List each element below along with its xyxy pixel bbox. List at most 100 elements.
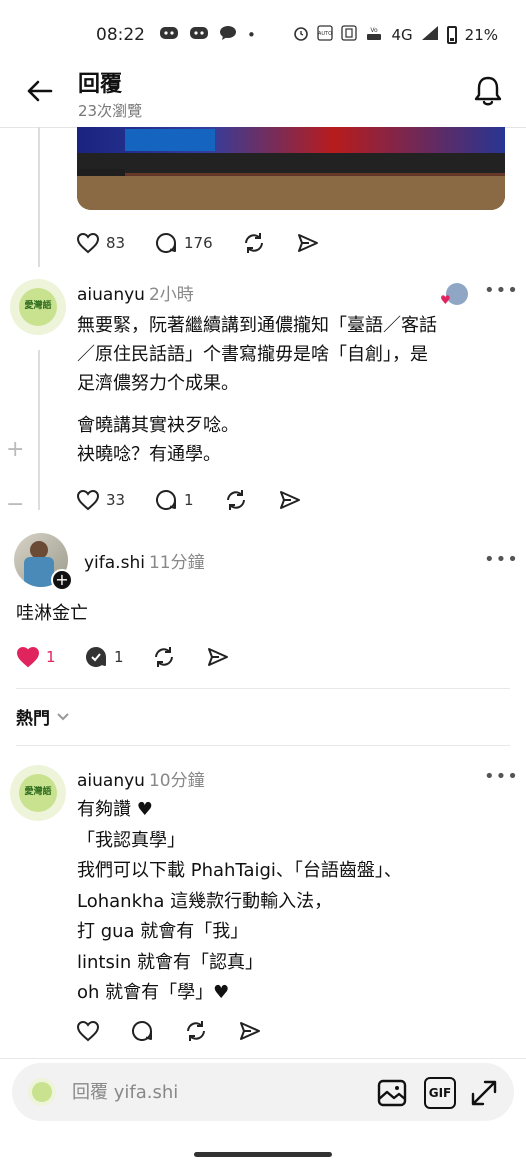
- send-icon: [208, 648, 228, 666]
- comment-icon: [156, 490, 176, 511]
- post-body: 無要緊，阮著繼續講到通儂攏知「臺語／客話 ／原住民話語」个書寫攏毋是啥「自創」，…: [77, 315, 437, 465]
- alarm-icon: [293, 25, 309, 45]
- post-time: 10分鐘: [148, 771, 205, 791]
- view-count: 23次瀏覽: [78, 102, 143, 120]
- repost-button[interactable]: [242, 231, 266, 255]
- more-options-icon[interactable]: •••: [484, 766, 519, 787]
- post-image[interactable]: [77, 127, 505, 210]
- sort-dropdown[interactable]: 熱門: [16, 704, 70, 729]
- reply-2-actions: 1 1: [16, 645, 506, 671]
- avatar[interactable]: 愛灣語: [10, 279, 66, 335]
- discord-icon: [189, 26, 209, 44]
- collapse-icon[interactable]: −: [6, 494, 24, 516]
- share-button[interactable]: [206, 645, 230, 669]
- heart-icon: [76, 232, 100, 254]
- svg-text:AUTO: AUTO: [318, 31, 332, 37]
- app-header: 回覆 23次瀏覽: [0, 62, 526, 126]
- top-post-actions: 83 176: [76, 231, 506, 257]
- avatar-logo: 愛灣語: [19, 774, 57, 812]
- send-icon: [280, 491, 300, 509]
- sort-label: 熱門: [16, 709, 50, 729]
- comment-check-icon: [86, 647, 106, 668]
- my-avatar: [28, 1078, 56, 1106]
- page-title: 回覆: [78, 72, 123, 97]
- comment-button[interactable]: [130, 1019, 154, 1043]
- comment-count: 176: [184, 234, 213, 252]
- comment-count: 1: [184, 491, 194, 509]
- send-icon: [240, 1022, 260, 1040]
- username[interactable]: aiuanyu 2小時: [77, 280, 194, 305]
- share-button[interactable]: [238, 1019, 262, 1043]
- divider: [16, 688, 510, 689]
- comment-icon: [156, 233, 176, 254]
- heart-filled-icon: [16, 646, 40, 668]
- divider: [16, 745, 510, 746]
- divider: [0, 1058, 526, 1059]
- like-button[interactable]: 83: [76, 231, 125, 255]
- repost-icon: [227, 490, 245, 510]
- discord-icon: [159, 26, 179, 44]
- share-button[interactable]: [296, 231, 320, 255]
- repost-icon: [187, 1021, 205, 1041]
- comment-count: 1: [114, 648, 124, 666]
- post-body: 有夠讚 ♥ 「我認真學」 我們可以下載 PhahTaigi、「台語齒盤」、 Lo…: [77, 799, 402, 1003]
- like-button[interactable]: 33: [76, 488, 125, 512]
- chat-icon: [219, 25, 237, 45]
- image-icon[interactable]: [376, 1077, 408, 1109]
- comment-button[interactable]: 176: [154, 231, 213, 255]
- home-indicator: [194, 1152, 332, 1157]
- signal-icon: [421, 25, 439, 45]
- avatar-logo: 愛灣語: [19, 288, 57, 326]
- thread-connector: [38, 350, 40, 510]
- share-button[interactable]: [278, 488, 302, 512]
- reply-3-actions: [76, 1019, 506, 1045]
- dot-icon: •: [247, 26, 256, 44]
- reply-composer: GIF: [12, 1063, 514, 1121]
- username[interactable]: yifa.shi 11分鐘: [84, 548, 205, 573]
- thread-connector: [38, 127, 40, 267]
- comment-button[interactable]: 1: [154, 488, 194, 512]
- heart-icon: [76, 1020, 100, 1042]
- username[interactable]: aiuanyu 10分鐘: [77, 766, 205, 791]
- send-icon: [298, 234, 318, 252]
- repost-icon: [245, 233, 263, 253]
- post-time: 2小時: [148, 285, 194, 305]
- more-options-icon[interactable]: •••: [484, 280, 519, 301]
- arrow-left-icon[interactable]: [24, 76, 54, 106]
- volte-icon: Vo: [365, 25, 383, 45]
- like-count: 83: [106, 234, 126, 252]
- reply-1-actions: 33 1: [76, 488, 506, 514]
- svg-text:Vo: Vo: [371, 27, 379, 34]
- avatar[interactable]: 愛灣語: [10, 765, 66, 821]
- expand-icon[interactable]: +: [6, 439, 24, 461]
- like-button[interactable]: 1: [16, 645, 56, 669]
- status-time: 08:22: [96, 25, 145, 45]
- like-count: 1: [46, 648, 56, 666]
- follow-plus-icon[interactable]: +: [51, 569, 73, 591]
- expand-icon[interactable]: [468, 1077, 500, 1109]
- chevron-down-icon: [57, 712, 69, 720]
- bell-icon[interactable]: [472, 74, 504, 108]
- repost-button[interactable]: [152, 645, 176, 669]
- status-bar: 08:22 • AUTO Vo 4G 21%: [0, 0, 526, 70]
- post-time: 11分鐘: [148, 553, 205, 573]
- like-button[interactable]: [76, 1019, 100, 1043]
- network-label: 4G: [391, 26, 413, 44]
- battery-icon: [446, 26, 457, 44]
- comment-icon: [132, 1021, 152, 1042]
- repost-button[interactable]: [184, 1019, 208, 1043]
- battery-percent: 21%: [464, 26, 498, 44]
- heart-badge-icon: ♥: [440, 293, 451, 307]
- heart-icon: [76, 489, 100, 511]
- gif-button[interactable]: GIF: [424, 1077, 456, 1109]
- gif-label: GIF: [428, 1086, 452, 1100]
- post-body: 哇淋金亡: [16, 603, 88, 624]
- reply-input[interactable]: [72, 1077, 322, 1107]
- repost-button[interactable]: [224, 488, 248, 512]
- nfc-icon: [341, 25, 358, 45]
- auto-icon: AUTO: [317, 25, 334, 45]
- more-options-icon[interactable]: •••: [484, 549, 519, 570]
- like-count: 33: [106, 491, 126, 509]
- comment-button[interactable]: 1: [84, 645, 124, 669]
- repost-icon: [155, 647, 173, 667]
